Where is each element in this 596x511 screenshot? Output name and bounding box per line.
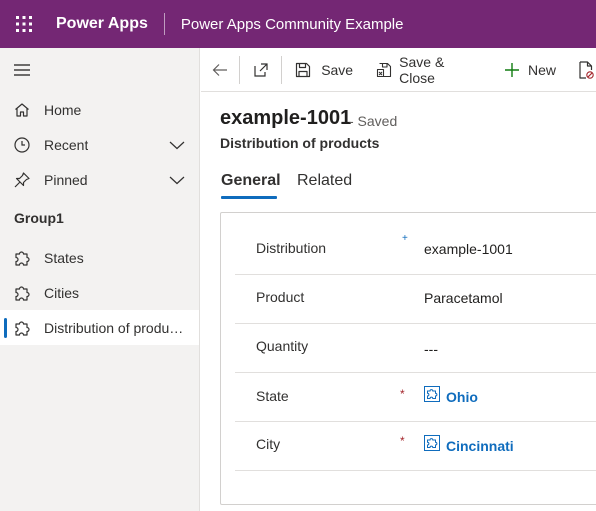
field-label: Product bbox=[256, 289, 305, 305]
save-and-close-label: Save & Close bbox=[399, 53, 445, 86]
city-lookup-field[interactable]: Cincinnati bbox=[424, 435, 514, 456]
quantity-field[interactable]: --- bbox=[424, 341, 438, 357]
save-close-icon bbox=[374, 60, 393, 80]
field-row-state: State * Ohio bbox=[235, 373, 596, 422]
hamburger-menu-icon[interactable] bbox=[12, 60, 32, 80]
city-lookup-value[interactable]: Cincinnati bbox=[446, 438, 514, 454]
new-label: New bbox=[527, 61, 556, 78]
sidebar-item-label: Home bbox=[44, 101, 82, 118]
field-row-product: Product Paracetamol bbox=[235, 275, 596, 324]
field-label: Distribution bbox=[256, 240, 327, 256]
entity-name: Distribution of products bbox=[220, 135, 380, 151]
sidebar-item-label: Distribution of products bbox=[44, 319, 184, 336]
back-button[interactable] bbox=[201, 48, 239, 92]
chevron-down-icon[interactable] bbox=[167, 170, 187, 190]
distribution-field[interactable]: example-1001 bbox=[424, 241, 513, 257]
save-button[interactable]: Save bbox=[293, 48, 353, 92]
field-label: Quantity bbox=[256, 338, 309, 354]
puzzle-icon bbox=[12, 248, 32, 268]
arrow-left-icon bbox=[210, 60, 230, 80]
sidebar-item-label: Recent bbox=[44, 136, 89, 153]
pop-out-icon bbox=[251, 60, 271, 80]
new-button[interactable]: New bbox=[502, 48, 556, 92]
document-deactivate-icon bbox=[576, 60, 596, 80]
state-lookup-field[interactable]: Ohio bbox=[424, 386, 478, 407]
command-bar: Save Save & Close New bbox=[201, 48, 596, 92]
app-header: Power Apps Power Apps Community Example bbox=[0, 0, 596, 48]
record-title: example-1001 bbox=[220, 107, 352, 129]
business-recommended-marker: + bbox=[402, 233, 408, 244]
pin-icon bbox=[12, 170, 32, 190]
field-label: City bbox=[256, 436, 281, 452]
required-marker: * bbox=[400, 387, 405, 401]
sidebar-item-distribution-of-products[interactable]: Distribution of products bbox=[0, 310, 199, 345]
save-and-close-button[interactable]: Save & Close bbox=[374, 48, 480, 92]
puzzle-icon bbox=[12, 318, 32, 338]
sitemap-sidebar: Home Recent Pinned Group1 States Cities bbox=[0, 48, 200, 511]
product-field[interactable]: Paracetamol bbox=[424, 290, 503, 306]
field-row-city: City * Cincinnati bbox=[235, 422, 596, 471]
field-label: State bbox=[256, 388, 289, 404]
field-row-quantity: Quantity --- bbox=[235, 324, 596, 373]
sidebar-item-cities[interactable]: Cities bbox=[0, 275, 199, 310]
clock-icon bbox=[12, 135, 32, 155]
required-marker: * bbox=[400, 434, 405, 448]
chevron-down-icon[interactable] bbox=[167, 135, 187, 155]
sidebar-item-states[interactable]: States bbox=[0, 240, 199, 275]
home-icon bbox=[12, 100, 32, 120]
sidebar-item-recent[interactable]: Recent bbox=[0, 127, 199, 162]
save-icon bbox=[293, 60, 313, 80]
app-name[interactable]: Power Apps bbox=[56, 15, 148, 33]
sidebar-item-label: Pinned bbox=[44, 171, 88, 188]
command-divider bbox=[281, 55, 283, 84]
header-divider bbox=[163, 13, 165, 35]
puzzle-icon bbox=[12, 283, 32, 303]
sidebar-item-home[interactable]: Home bbox=[0, 92, 199, 127]
deactivate-button[interactable] bbox=[576, 48, 596, 92]
sidebar-item-label: Cities bbox=[44, 284, 80, 301]
state-lookup-value[interactable]: Ohio bbox=[446, 389, 478, 405]
entity-puzzle-icon bbox=[424, 386, 440, 407]
tab-general[interactable]: General bbox=[221, 172, 281, 190]
plus-icon bbox=[502, 60, 522, 80]
save-status: - Saved bbox=[349, 113, 398, 129]
open-in-new-window-button[interactable] bbox=[240, 48, 281, 92]
save-label: Save bbox=[321, 61, 354, 78]
entity-puzzle-icon bbox=[424, 435, 440, 456]
sidebar-group-label: Group1 bbox=[14, 210, 64, 226]
app-subtitle: Power Apps Community Example bbox=[180, 15, 404, 33]
sidebar-item-label: States bbox=[44, 249, 84, 266]
active-tab-indicator bbox=[221, 196, 277, 199]
field-row-distribution: Distribution + example-1001 bbox=[235, 226, 596, 275]
tab-related[interactable]: Related bbox=[297, 172, 352, 190]
app-launcher-icon[interactable] bbox=[0, 0, 48, 48]
sidebar-item-pinned[interactable]: Pinned bbox=[0, 162, 199, 197]
